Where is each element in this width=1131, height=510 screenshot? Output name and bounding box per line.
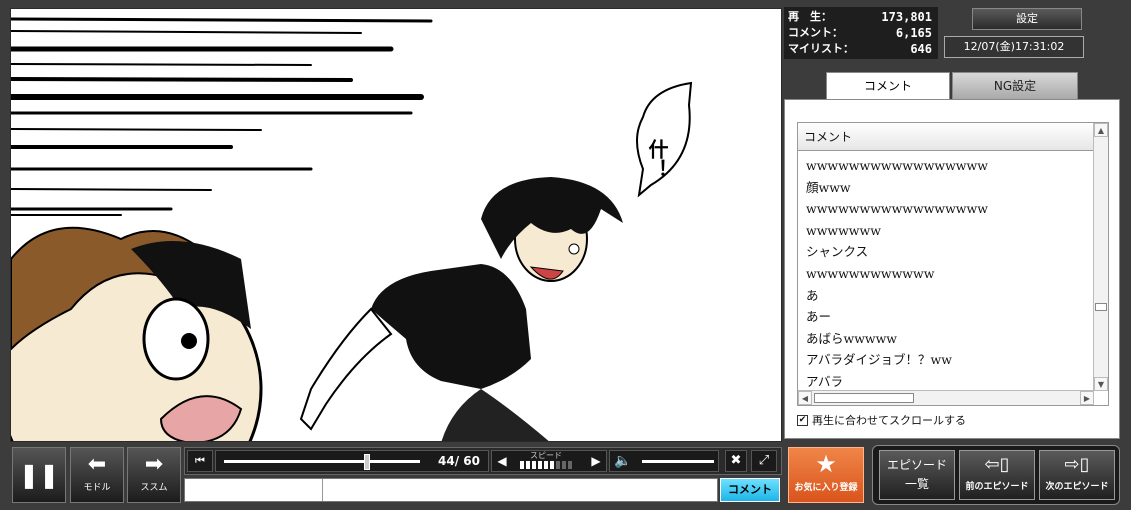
comment-panel: コメント wwwwwwwwwwwwwwwww 顔www wwwwwwwwwwww… — [784, 99, 1120, 439]
next-episode-button[interactable]: ⇨▯ 次のエピソード — [1039, 450, 1115, 500]
comment-item[interactable]: あばらwwwww — [806, 328, 1092, 350]
episode-list-label: エピソード — [886, 458, 947, 472]
speed-down-icon[interactable]: ◀ — [494, 451, 510, 471]
next-episode-icon: ⇨▯ — [1064, 454, 1090, 475]
speed-label: スピード — [530, 451, 562, 460]
volume-slider[interactable] — [642, 460, 714, 463]
comment-submit-button[interactable]: コメント — [720, 478, 780, 502]
speed-bar — [562, 461, 566, 469]
speed-bar — [550, 461, 554, 469]
comment-item[interactable]: wwwwwww — [806, 220, 1092, 242]
comments-row: コメント： 6,165 — [788, 25, 934, 41]
comment-item[interactable]: あー — [806, 306, 1092, 328]
comment-list: wwwwwwwwwwwwwwwww 顔www wwwwwwwwwwwwwwwww… — [806, 155, 1092, 393]
forward-label: ススム — [140, 483, 168, 493]
comment-item[interactable]: あ — [806, 285, 1092, 307]
pause-button[interactable]: ❚❚ — [12, 447, 66, 503]
hide-comments-icon[interactable]: ✖ — [725, 450, 747, 472]
comment-item[interactable]: 顔www — [806, 177, 1092, 199]
post-datetime: 12/07(金)17:31:02 — [944, 36, 1084, 58]
settings-button[interactable]: 設定 — [972, 8, 1082, 30]
command-field[interactable] — [185, 479, 323, 501]
video-stats: 再 生： 173,801 コメント： 6,165 マイリスト： 646 — [784, 7, 938, 59]
speech-text: 什！ — [645, 138, 669, 179]
episode-list-sublabel: 一覧 — [904, 477, 929, 491]
arrow-right-icon: ➡ — [144, 452, 164, 477]
scroll-sync-label: 再生に合わせてスクロールする — [812, 414, 966, 427]
comments-count: 6,165 — [895, 26, 932, 40]
previous-episode-label: 前のエピソード — [965, 482, 1029, 492]
arrow-left-icon: ⬅ — [87, 452, 107, 477]
seek-handle[interactable] — [364, 454, 371, 470]
mylist-count: 646 — [910, 42, 932, 56]
speed-bar — [544, 461, 548, 469]
speaker-icon[interactable]: 🔈 — [614, 451, 631, 471]
manga-panel-image: 什！ — [11, 17, 693, 441]
comment-column-header[interactable]: コメント — [798, 123, 1094, 151]
previous-episode-button[interactable]: ⇦▯ 前のエピソード — [959, 450, 1035, 500]
video-player[interactable]: 什！ — [10, 8, 782, 442]
comment-list-box: コメント wwwwwwwwwwwwwwwww 顔www wwwwwwwwwwww… — [797, 122, 1109, 406]
next-episode-label: 次のエピソード — [1045, 482, 1109, 492]
speed-bar — [568, 461, 572, 469]
back-label: モドル — [83, 483, 111, 493]
back-button[interactable]: ⬅ モドル — [70, 447, 124, 503]
tab-comment[interactable]: コメント — [826, 72, 950, 102]
page-counter: 44/ 60 — [438, 454, 480, 468]
horizontal-scrollbar[interactable]: ◀ ▶ — [798, 390, 1094, 405]
mylist-label: マイリスト： — [788, 42, 854, 55]
comments-label: コメント： — [788, 26, 843, 39]
rewind-to-start-icon[interactable]: ⏮ — [187, 450, 213, 472]
views-label: 再 生： — [788, 10, 832, 23]
mylist-row: マイリスト： 646 — [788, 41, 934, 57]
tab-ng-settings[interactable]: NG設定 — [952, 72, 1078, 100]
forward-button[interactable]: ➡ ススム — [127, 447, 181, 503]
speed-bar — [556, 461, 560, 469]
add-favorite-button[interactable]: ★ お気に入り登録 — [788, 447, 864, 503]
scroll-down-icon[interactable]: ▼ — [1094, 377, 1108, 391]
comment-item[interactable]: wwwwwwwwwwwwwwwww — [806, 155, 1092, 177]
scroll-sync-checkbox[interactable]: ✔ — [797, 414, 808, 426]
scroll-left-icon[interactable]: ◀ — [798, 391, 812, 405]
vertical-scroll-thumb[interactable] — [1095, 303, 1107, 311]
speed-level-bars — [520, 461, 572, 469]
comment-item[interactable]: シャンクス — [806, 241, 1092, 263]
scroll-sync-option[interactable]: ✔ 再生に合わせてスクロールする — [797, 412, 966, 428]
scroll-right-icon[interactable]: ▶ — [1080, 391, 1094, 405]
comment-input-area[interactable] — [184, 478, 718, 502]
favorite-label: お気に入り登録 — [794, 483, 858, 493]
seek-track[interactable] — [224, 460, 420, 463]
fullscreen-icon[interactable]: ⤢ — [751, 450, 777, 472]
horizontal-scroll-thumb[interactable] — [814, 393, 914, 403]
views-count: 173,801 — [881, 10, 932, 24]
comment-item[interactable]: wwwwwwwwwwwwwwwww — [806, 198, 1092, 220]
speed-bar — [520, 461, 524, 469]
speed-control[interactable]: スピード ◀ ▶ — [491, 450, 607, 472]
speed-bar — [532, 461, 536, 469]
comment-item[interactable]: wwwwwwwwwwww — [806, 263, 1092, 285]
views-row: 再 生： 173,801 — [788, 9, 934, 25]
seek-bar[interactable]: 44/ 60 — [215, 450, 489, 472]
control-bar: ⏮ 44/ 60 スピード ◀ ▶ 🔈 ✖ ⤢ — [184, 447, 782, 475]
episode-navigation: エピソード 一覧 ⇦▯ 前のエピソード ⇨▯ 次のエピソード — [872, 445, 1120, 505]
speed-bar — [538, 461, 542, 469]
previous-episode-icon: ⇦▯ — [984, 454, 1010, 475]
pause-icon: ❚❚ — [18, 461, 60, 489]
star-icon: ★ — [815, 450, 837, 478]
volume-control[interactable]: 🔈 — [609, 450, 719, 472]
speed-up-icon[interactable]: ▶ — [588, 451, 604, 471]
comment-item[interactable]: アバラダイジョブ！？ww — [806, 349, 1092, 371]
speed-bar — [526, 461, 530, 469]
vertical-scrollbar[interactable]: ▲ ▼ — [1093, 123, 1108, 391]
scroll-up-icon[interactable]: ▲ — [1094, 123, 1108, 137]
episode-list-button[interactable]: エピソード 一覧 — [879, 450, 955, 500]
